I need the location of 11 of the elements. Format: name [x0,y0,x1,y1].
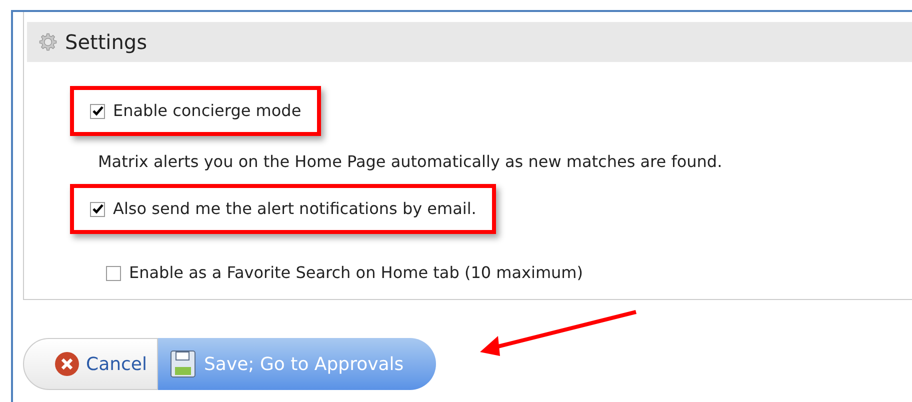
alert-description: Matrix alerts you on the Home Page automatically as new matches are found. [98,151,724,173]
checkbox[interactable] [106,266,121,280]
section-title: Settings [65,29,148,56]
checkbox-label[interactable]: Enable as a Favorite Search on Home tab (10 maximum) [106,261,583,285]
close-icon [54,351,80,377]
checkbox[interactable] [90,202,105,216]
gear-icon [37,31,59,53]
checkbox[interactable] [90,104,105,118]
cancel-button[interactable]: Cancel [23,338,158,390]
checkbox-label[interactable]: Also send me the alert notifications by email. [90,197,476,221]
checkbox-label[interactable]: Enable concierge mode [90,99,302,123]
